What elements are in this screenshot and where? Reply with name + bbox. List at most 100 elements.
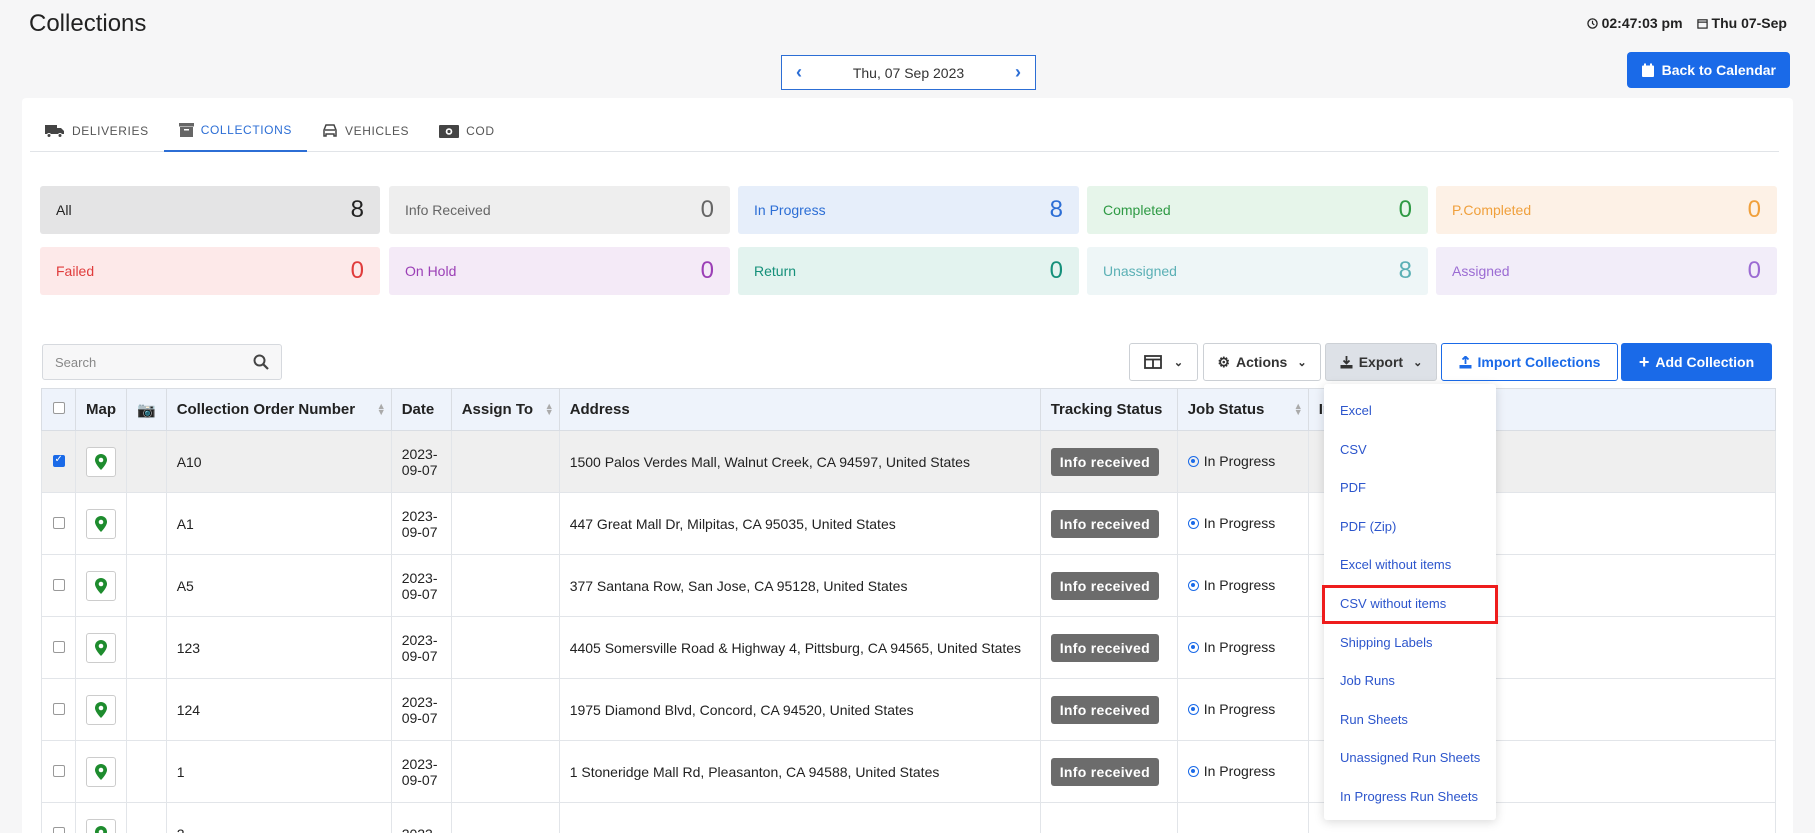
columns-icon bbox=[1143, 355, 1162, 369]
export-pdf-zip[interactable]: PDF (Zip) bbox=[1324, 508, 1496, 547]
export-shipping-labels[interactable]: Shipping Labels bbox=[1324, 624, 1496, 663]
job-status: In Progress bbox=[1203, 763, 1276, 780]
date-cell: 2023-09-07 bbox=[390, 430, 452, 493]
map-pin-button[interactable] bbox=[86, 756, 116, 787]
table-row[interactable]: A10 2023-09-07 1500 Palos Verdes Mall, W… bbox=[41, 430, 1777, 493]
date-cell: 2023-09-07 bbox=[390, 492, 452, 555]
page-title: Collections bbox=[29, 10, 147, 37]
column-header[interactable]: Address bbox=[558, 388, 1041, 431]
table-row[interactable]: 123 2023-09-07 4405 Somersville Road & H… bbox=[41, 616, 1777, 679]
map-pin-button[interactable] bbox=[86, 570, 116, 601]
export-csv[interactable]: CSV bbox=[1324, 431, 1496, 470]
map-pin-button[interactable] bbox=[86, 632, 116, 663]
table-row[interactable]: 124 2023-09-07 1975 Diamond Blvd, Concor… bbox=[41, 678, 1777, 741]
table-row[interactable]: 1 2023-09-07 1 Stoneridge Mall Rd, Pleas… bbox=[41, 740, 1777, 803]
stat-in-progress[interactable]: In Progress 8 bbox=[738, 186, 1079, 234]
search-input[interactable]: Search bbox=[42, 344, 282, 380]
column-header[interactable]: Tracking Status bbox=[1039, 388, 1178, 431]
assign-cell bbox=[450, 554, 560, 617]
box-icon bbox=[178, 123, 194, 137]
column-header[interactable]: Collection Order Number ▲ ▼ bbox=[165, 388, 392, 431]
map-pin-icon bbox=[95, 577, 107, 594]
stat-return[interactable]: Return 0 bbox=[738, 247, 1079, 295]
order-number[interactable]: 2 bbox=[165, 802, 392, 833]
stat-p-completed[interactable]: P.Completed 0 bbox=[1436, 186, 1777, 234]
main-panel: DELIVERIES COLLECTIONS VEHICLES COD All 8… bbox=[22, 98, 1793, 833]
search-icon[interactable] bbox=[253, 354, 269, 370]
upload-icon bbox=[1459, 355, 1472, 368]
assign-cell bbox=[450, 430, 560, 493]
stat-unassigned[interactable]: Unassigned 8 bbox=[1087, 247, 1428, 295]
tab-collections[interactable]: COLLECTIONS bbox=[163, 110, 307, 152]
gear-icon: ⚙ bbox=[1217, 353, 1230, 370]
order-number[interactable]: A5 bbox=[165, 554, 392, 617]
export-unassigned-run-sheets[interactable]: Unassigned Run Sheets bbox=[1324, 739, 1496, 778]
order-number[interactable]: A10 bbox=[165, 430, 392, 493]
row-checkbox[interactable] bbox=[52, 454, 65, 467]
stat-all[interactable]: All 8 bbox=[40, 186, 380, 234]
export-csv-without-items[interactable]: CSV without items bbox=[1322, 584, 1498, 624]
tracking-status-badge: Info received bbox=[1050, 695, 1159, 724]
map-pin-button[interactable] bbox=[86, 446, 116, 477]
export-button[interactable]: Export ⌄ bbox=[1325, 343, 1437, 381]
assign-cell bbox=[450, 802, 560, 833]
stat-on-hold[interactable]: On Hold 0 bbox=[389, 247, 730, 295]
map-pin-button[interactable] bbox=[86, 508, 116, 539]
export-run-sheets[interactable]: Run Sheets bbox=[1324, 701, 1496, 740]
export-in-progress-run-sheets[interactable]: In Progress Run Sheets bbox=[1324, 778, 1496, 817]
tab-deliveries[interactable]: DELIVERIES bbox=[30, 110, 164, 152]
actions-button[interactable]: ⚙ Actions ⌄ bbox=[1203, 343, 1321, 381]
column-toggle-button[interactable]: ⌄ bbox=[1129, 343, 1198, 381]
export-label: Export bbox=[1358, 354, 1404, 370]
order-number[interactable]: 124 bbox=[165, 678, 392, 741]
stat-info-received[interactable]: Info Received 0 bbox=[389, 186, 730, 234]
row-checkbox[interactable] bbox=[52, 702, 65, 715]
prev-day-icon[interactable]: ‹ bbox=[796, 62, 802, 83]
map-pin-button[interactable] bbox=[86, 818, 116, 833]
stat-label: Return bbox=[754, 263, 797, 279]
tab-cod[interactable]: COD bbox=[424, 110, 509, 152]
row-checkbox[interactable] bbox=[52, 640, 65, 653]
map-pin-button[interactable] bbox=[86, 694, 116, 725]
job-status: In Progress bbox=[1203, 639, 1276, 656]
order-number[interactable]: 123 bbox=[165, 616, 392, 679]
job-status: In Progress bbox=[1203, 453, 1276, 470]
row-checkbox[interactable] bbox=[52, 578, 65, 591]
stat-label: On Hold bbox=[405, 263, 457, 279]
row-checkbox[interactable] bbox=[52, 764, 65, 777]
column-header[interactable]: Job Status ▲ ▼ bbox=[1176, 388, 1309, 431]
stat-label: Failed bbox=[56, 263, 95, 279]
address-cell: 1975 Diamond Blvd, Concord, CA 94520, Un… bbox=[558, 678, 1041, 741]
export-dropdown-menu: Excel CSV PDF PDF (Zip) Excel without it… bbox=[1322, 384, 1498, 820]
export-job-runs[interactable]: Job Runs bbox=[1324, 662, 1496, 701]
add-collection-button[interactable]: + Add Collection bbox=[1621, 343, 1772, 381]
next-day-icon[interactable]: › bbox=[1015, 62, 1021, 83]
stat-failed[interactable]: Failed 0 bbox=[40, 247, 380, 295]
export-excel-without-items[interactable]: Excel without items bbox=[1324, 546, 1496, 585]
row-checkbox[interactable] bbox=[52, 516, 65, 529]
export-excel[interactable]: Excel bbox=[1324, 392, 1496, 431]
stat-completed[interactable]: Completed 0 bbox=[1087, 186, 1428, 234]
car-icon bbox=[323, 124, 337, 137]
in-progress-icon bbox=[1187, 765, 1199, 777]
assign-cell bbox=[450, 492, 560, 555]
column-header[interactable]: Assign To ▲ ▼ bbox=[450, 388, 560, 431]
map-pin-icon bbox=[95, 515, 107, 532]
order-number[interactable]: A1 bbox=[165, 492, 392, 555]
import-collections-button[interactable]: Import Collections bbox=[1441, 343, 1618, 381]
column-header[interactable]: Map bbox=[75, 388, 127, 431]
row-checkbox[interactable] bbox=[52, 826, 65, 833]
stat-label: All bbox=[56, 202, 72, 218]
back-to-calendar-button[interactable]: Back to Calendar bbox=[1626, 52, 1790, 88]
tab-vehicles[interactable]: VEHICLES bbox=[307, 110, 424, 152]
order-number[interactable]: 1 bbox=[165, 740, 392, 803]
export-pdf[interactable]: PDF bbox=[1324, 469, 1496, 508]
table-row[interactable]: A1 2023-09-07 447 Great Mall Dr, Milpita… bbox=[41, 492, 1777, 555]
tab-label: VEHICLES bbox=[345, 124, 410, 138]
table-row[interactable]: A5 2023-09-07 377 Santana Row, San Jose,… bbox=[41, 554, 1777, 617]
select-all-checkbox[interactable] bbox=[52, 402, 65, 414]
stat-assigned[interactable]: Assigned 0 bbox=[1436, 247, 1777, 295]
table-row[interactable]: 2 2023- bbox=[41, 802, 1777, 833]
chevron-down-icon: ⌄ bbox=[1297, 356, 1307, 369]
column-header[interactable]: Date bbox=[390, 388, 452, 431]
